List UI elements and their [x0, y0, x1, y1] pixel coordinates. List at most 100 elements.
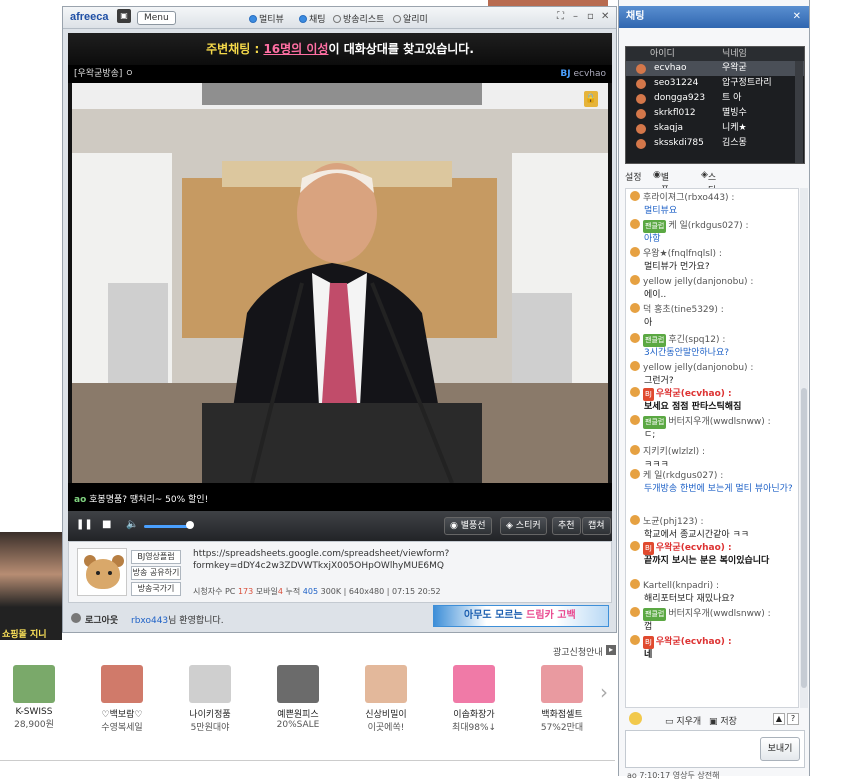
nav-broadcast-list[interactable]: 방송리스트	[333, 12, 384, 25]
help-icon[interactable]: ?	[787, 713, 799, 725]
chat-input[interactable]: 보내기	[625, 730, 805, 768]
message-nick[interactable]: 케 일(rkdgus027) :	[668, 221, 748, 231]
message-nick[interactable]: 우왁굳(ecvhao) :	[656, 543, 732, 553]
ad-thumbnail[interactable]	[277, 665, 319, 703]
chat-message[interactable]: 팬클럽 후긴(spq12) : 3시간동안말안하나요?	[630, 333, 798, 360]
promo-banner[interactable]: 아무도 모르는 드림카 고백	[433, 605, 609, 627]
maximize-icon[interactable]: ▫	[587, 11, 594, 22]
user-row[interactable]: ecvhao 우왁굳	[626, 61, 804, 76]
ad-item[interactable]: 이솝화장가 최대98%↓	[442, 665, 506, 733]
share-broadcast-button[interactable]: 방송 공유하기	[131, 566, 181, 580]
volume-icon[interactable]: 🔈	[126, 519, 138, 530]
capture-button[interactable]: 캡쳐	[582, 517, 611, 535]
close-icon[interactable]: ✕	[793, 6, 801, 28]
message-nick[interactable]: 케 일(rkdgus027) :	[643, 471, 723, 481]
bj-avatar[interactable]	[77, 548, 127, 596]
ad-thumbnail[interactable]	[101, 665, 143, 703]
send-button[interactable]: 보내기	[760, 737, 800, 761]
chat-message[interactable]: BJ 우왁굳(ecvhao) : 보세요 점점 판타스틱해짐	[630, 387, 798, 414]
message-nick[interactable]: yellow jelly(danjonobu) :	[643, 363, 753, 373]
message-nick[interactable]: 버터지우개(wwdlsnww) :	[668, 609, 770, 619]
ad-item[interactable]: K-SWISS 28,900원	[2, 665, 66, 730]
minimize-icon[interactable]: –	[573, 11, 578, 22]
ad-item[interactable]: 신상비밀이 이곳에쏙!	[354, 665, 418, 733]
close-icon[interactable]: ✕	[601, 11, 609, 22]
message-nick[interactable]: 후긴(spq12) :	[668, 335, 725, 345]
message-nick[interactable]: 지키키(wlzlzl) :	[643, 447, 705, 457]
volume-slider[interactable]	[144, 525, 190, 528]
ad-item[interactable]: 나이키정품 5만원대야	[178, 665, 242, 733]
sticker-tab[interactable]: ◈ 스티커	[701, 170, 716, 209]
notice-highlight[interactable]: 16명의 이성	[263, 42, 328, 56]
settings-tab[interactable]: 설정	[625, 170, 642, 183]
message-nick[interactable]: Kartell(knpadri) :	[643, 581, 719, 591]
ad-item[interactable]: ♡백보람♡ 수영복세일	[90, 665, 154, 733]
person-thumbnail[interactable]	[0, 532, 62, 626]
user-row[interactable]: skrkfl012 멸빙수	[626, 106, 804, 121]
nearby-chat-notice[interactable]: 주변채팅 : 16명의 이성이 대화상대를 찾고있습니다.	[68, 33, 612, 65]
video-frame[interactable]: 🔒	[72, 83, 608, 483]
message-nick[interactable]: 덕 홍초(tine5329) :	[643, 305, 724, 315]
message-nick[interactable]: 버터지우개(wwdlsnww) :	[668, 417, 770, 427]
lock-chat-icon[interactable]: ▲	[773, 713, 785, 725]
nav-multiview[interactable]: 멀티뷰	[249, 12, 284, 25]
ads-next-chevron-icon[interactable]: ›	[600, 680, 608, 704]
resize-icon[interactable]: ⛶	[557, 11, 564, 22]
ad-thumbnail[interactable]	[365, 665, 407, 703]
ad-thumbnail[interactable]	[13, 665, 55, 703]
caption-bar[interactable]: ao 호봉명품? 땡처리~ 50% 할인!	[68, 483, 612, 511]
user-row[interactable]: sksskdi785 김스몽	[626, 136, 804, 151]
logout-icon[interactable]	[71, 613, 81, 623]
chat-message[interactable]: 우왕★(fnqlfnqlsl) : 멀티뷰가 먼가요?	[630, 247, 798, 274]
menu-button[interactable]: Menu	[137, 11, 176, 25]
chat-message[interactable]: 팬클럽 버터지우개(wwdlsnww) : ㄷ;	[630, 415, 798, 442]
message-nick[interactable]: 우왁굳(ecvhao) :	[656, 389, 732, 399]
ad-item[interactable]: 백화점셀트 57%2만대	[530, 665, 594, 733]
sticker-button[interactable]: ◈ 스티커	[500, 517, 547, 535]
user-row[interactable]: dongga923 트 아	[626, 91, 804, 106]
chat-message[interactable]: yellow jelly(danjonobu) : 에이..	[630, 275, 798, 302]
chat-message[interactable]: BJ 우왁굳(ecvhao) :네	[630, 635, 798, 662]
message-nick[interactable]: 우왁굳(ecvhao) :	[656, 637, 732, 647]
chat-message[interactable]: 팬클럽 버터지우개(wwdlsnww) : 껍	[630, 607, 798, 634]
chat-message[interactable]: 케 일(rkdgus027) : 두개방송 한번에 보는게 멀티 뷰아닌가?	[630, 469, 798, 496]
chat-message[interactable]: 지키키(wlzlzl) : ㅋㅋㅋ	[630, 445, 798, 472]
ad-arrow-icon[interactable]: ▸	[606, 645, 616, 655]
nav-alert[interactable]: 알리미	[393, 12, 428, 25]
logout-button[interactable]: 로그아웃	[85, 613, 118, 626]
nav-chat[interactable]: 채팅	[299, 12, 326, 25]
emoticon-icon[interactable]	[629, 712, 642, 725]
ad-item[interactable]: 예쁜원피스 20%SALE	[266, 665, 330, 730]
broadcast-url[interactable]: https://spreadsheets.google.com/spreadsh…	[193, 548, 593, 572]
clear-button[interactable]: ▭ 지우개	[665, 714, 701, 727]
ad-thumbnail[interactable]	[541, 665, 583, 703]
message-nick[interactable]: 노균(phj123) :	[643, 517, 704, 527]
volume-knob[interactable]	[186, 521, 194, 529]
chat-message[interactable]: 팬클럽 케 일(rkdgus027) : 아항	[630, 219, 798, 246]
user-list-scrollbar[interactable]	[795, 61, 803, 163]
save-button[interactable]: ▣ 저장	[709, 714, 737, 727]
pause-icon[interactable]: ❚❚	[76, 519, 93, 530]
balloon-button[interactable]: ◉ 별풍선	[444, 517, 492, 535]
user-row[interactable]: skaqja 니케★	[626, 121, 804, 136]
lock-icon[interactable]: 🔒	[584, 91, 598, 107]
user-row[interactable]: seo31224 압구정트라리	[626, 76, 804, 91]
chat-message[interactable]: yellow jelly(danjonobu) : 그런거?	[630, 361, 798, 388]
go-station-button[interactable]: 방송국가기	[131, 582, 181, 596]
chat-scroll-thumb[interactable]	[801, 388, 807, 688]
chat-message[interactable]: 덕 홍초(tine5329) : 아	[630, 303, 798, 330]
ad-thumbnail[interactable]	[453, 665, 495, 703]
chat-message[interactable]: 후라이져그(rbxo443) : 멀티뷰요	[630, 191, 798, 218]
chat-message[interactable]: Kartell(knpadri) : 해리포터보다 재밌나요?	[630, 579, 798, 606]
balloon-tab[interactable]: ◉ 별풍선	[653, 170, 669, 209]
chat-message[interactable]: 노균(phj123) : 학교에서 종교시간같아 ㅋㅋ	[630, 515, 798, 542]
bj-video-club-button[interactable]: BJ영상플럽	[131, 550, 181, 564]
ad-request-link[interactable]: 광고신청안내	[553, 645, 603, 658]
chat-message[interactable]: BJ 우왁굳(ecvhao) : 끝까지 보시는 분은 복이있습니다	[630, 541, 798, 568]
message-nick[interactable]: 우왕★(fnqlfnqlsl) :	[643, 249, 722, 259]
stop-icon[interactable]: ■	[102, 519, 111, 530]
ad-thumbnail[interactable]	[189, 665, 231, 703]
recommend-button[interactable]: 추천	[552, 517, 581, 535]
message-nick[interactable]: yellow jelly(danjonobu) :	[643, 277, 753, 287]
message-nick[interactable]: 후라이져그(rbxo443) :	[643, 193, 734, 203]
